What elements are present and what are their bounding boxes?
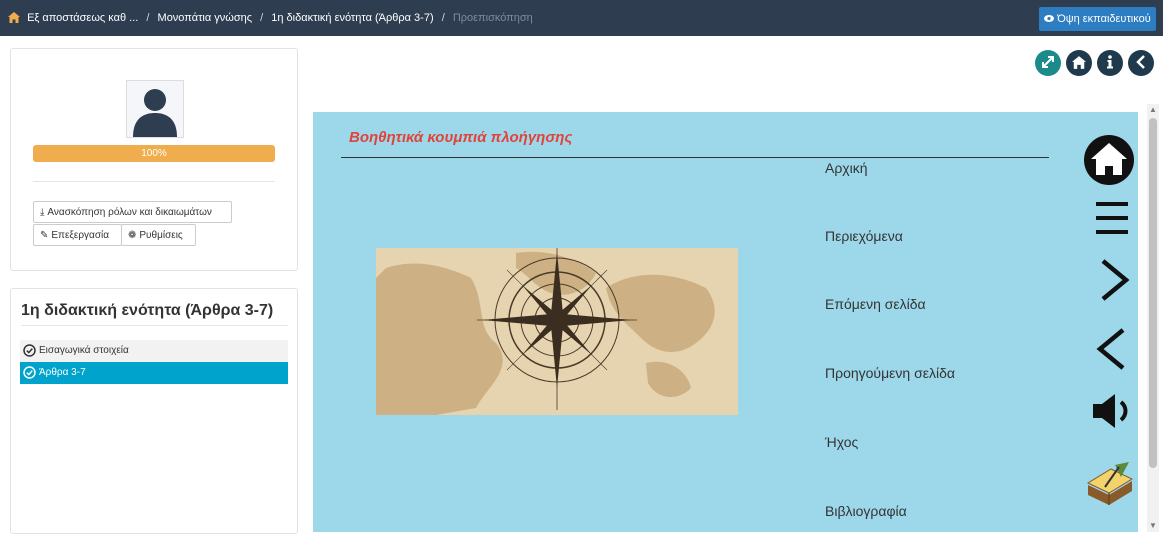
gear-icon: ❁ — [128, 230, 137, 241]
scroll-down-arrow[interactable]: ▼ — [1149, 522, 1157, 530]
nav-bibliography-button[interactable] — [1085, 461, 1135, 514]
content-frame: Βοηθητικά κουμπιά πλοήγησης Αρχική Περιε… — [313, 112, 1138, 532]
unit-title: 1η διδακτική ενότητα (Άρθρα 3-7) — [21, 302, 274, 319]
progress-label: 100% — [141, 148, 167, 159]
info-button[interactable] — [1097, 50, 1123, 76]
content-title: Βοηθητικά κουμπιά πλοήγησης — [349, 129, 573, 146]
unit-item-intro[interactable]: Εισαγωγικά στοιχεία — [20, 340, 288, 362]
nav-previous-button[interactable] — [1095, 327, 1129, 376]
expand-icon — [1041, 55, 1055, 70]
nav-next-button[interactable] — [1097, 258, 1131, 307]
chevron-left-icon — [1096, 328, 1125, 370]
fullscreen-button[interactable] — [1035, 50, 1061, 76]
content-scrollbar[interactable]: ▲ ▼ — [1147, 104, 1159, 532]
breadcrumb-separator: / — [146, 12, 150, 24]
label-bibliography: Βιβλιογραφία — [825, 503, 907, 519]
divider — [33, 181, 275, 182]
settings-label: Ρυθμίσεις — [139, 230, 183, 241]
home-button[interactable] — [1066, 50, 1092, 76]
title-underline — [341, 157, 1049, 158]
label-next-page: Επόμενη σελίδα — [825, 296, 926, 312]
book-icon — [1086, 462, 1134, 505]
eye-icon — [1044, 8, 1055, 32]
chevron-left-icon — [1135, 55, 1147, 70]
menu-icon — [1096, 202, 1128, 234]
unit-panel: 1η διδακτική ενότητα (Άρθρα 3-7) Εισαγωγ… — [10, 288, 298, 534]
user-icon — [133, 89, 177, 137]
settings-button[interactable]: ❁ Ρυθμίσεις — [121, 224, 196, 246]
breadcrumb-separator: / — [260, 12, 264, 24]
chevron-right-icon — [1101, 259, 1130, 301]
home-icon — [1084, 135, 1134, 185]
progress-bar: 100% — [33, 145, 275, 162]
unit-item-articles[interactable]: Άρθρα 3-7 — [20, 362, 288, 384]
label-contents: Περιεχόμενα — [825, 228, 903, 244]
unit-item-label: Άρθρα 3-7 — [39, 367, 86, 378]
scrollbar-thumb[interactable] — [1149, 118, 1157, 468]
info-icon — [1104, 55, 1116, 70]
nav-sound-button[interactable] — [1091, 392, 1133, 435]
pencil-icon: ✎ — [40, 230, 49, 241]
compass-icon — [376, 248, 738, 415]
nav-home-button[interactable] — [1083, 134, 1135, 191]
breadcrumb: Εξ αποστάσεως καθ ... / Μονοπάτια γνώσης… — [8, 0, 533, 36]
top-bar: Εξ αποστάσεως καθ ... / Μονοπάτια γνώσης… — [0, 0, 1163, 36]
breadcrumb-item[interactable]: Μονοπάτια γνώσης — [158, 12, 253, 24]
breadcrumb-item[interactable]: Εξ αποστάσεως καθ ... — [27, 12, 138, 24]
label-home: Αρχική — [825, 160, 868, 176]
home-icon[interactable] — [8, 2, 20, 38]
roles-overview-label: Ανασκόπηση ρόλων και δικαιωμάτων — [47, 207, 212, 218]
teacher-view-label: Όψη εκπαιδευτικού — [1057, 13, 1151, 25]
teacher-view-button[interactable]: Όψη εκπαιδευτικού — [1039, 7, 1156, 31]
nav-contents-button[interactable] — [1095, 198, 1129, 243]
check-circle-icon — [23, 344, 36, 357]
compass-map-image — [376, 248, 738, 415]
profile-panel: 100% ⤓ Ανασκόπηση ρόλων και δικαιωμάτων ✎… — [10, 48, 298, 271]
roles-overview-button[interactable]: ⤓ Ανασκόπηση ρόλων και δικαιωμάτων — [33, 201, 232, 223]
breadcrumb-separator: / — [441, 12, 445, 24]
volume-icon — [1093, 394, 1128, 428]
download-icon: ⤓ — [40, 207, 45, 218]
label-sound: Ήχος — [825, 434, 859, 450]
breadcrumb-current: Προεπισκόπηση — [452, 12, 533, 24]
edit-button[interactable]: ✎ Επεξεργασία — [33, 224, 122, 246]
label-previous-page: Προηγούμενη σελίδα — [825, 365, 955, 381]
divider — [21, 325, 288, 326]
back-button[interactable] — [1128, 50, 1154, 76]
breadcrumb-item[interactable]: 1η διδακτική ενότητα (Άρθρα 3-7) — [271, 12, 433, 24]
check-circle-icon — [23, 366, 36, 379]
unit-item-label: Εισαγωγικά στοιχεία — [39, 345, 129, 356]
scroll-up-arrow[interactable]: ▲ — [1149, 106, 1157, 114]
avatar — [126, 80, 184, 138]
edit-label: Επεξεργασία — [51, 230, 109, 241]
home-icon — [1072, 55, 1086, 70]
